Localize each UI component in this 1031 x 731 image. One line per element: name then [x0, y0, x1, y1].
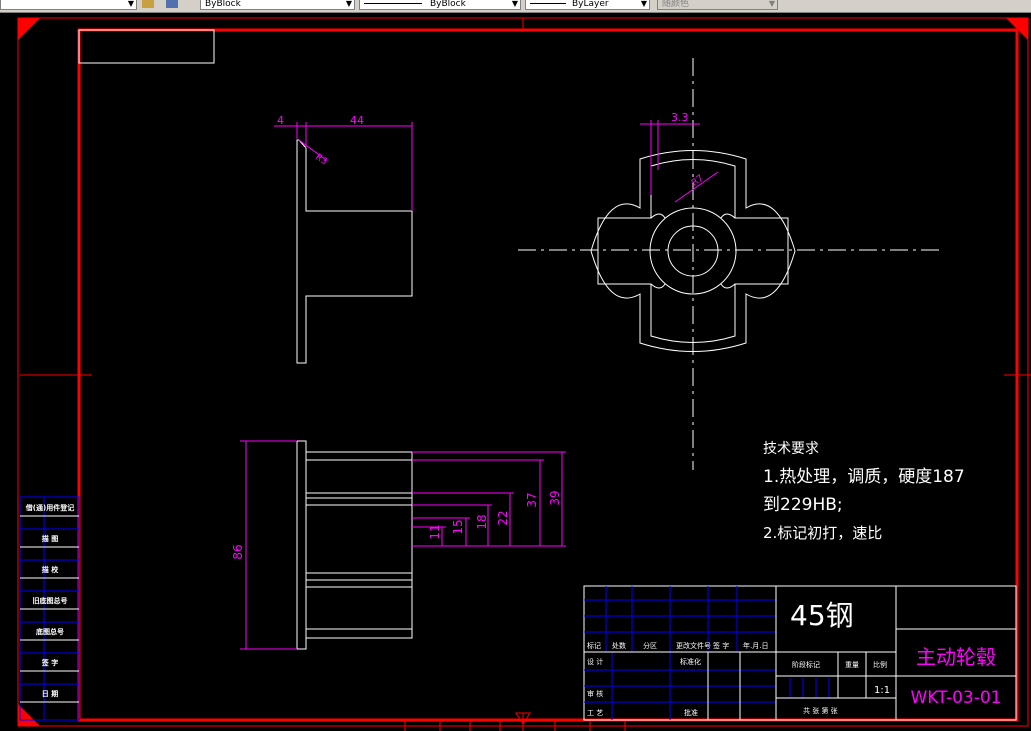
tb-label: 批准: [684, 708, 698, 717]
dim-label: R7: [690, 173, 706, 188]
dim-label: 15: [451, 519, 465, 534]
dim-label: R3: [313, 152, 329, 167]
side-label: 旧底图总号: [33, 596, 68, 605]
tb-label: 工 艺: [587, 709, 603, 717]
dim-label: 44: [350, 114, 364, 127]
tb-header: 分区: [643, 641, 657, 650]
tb-label: 重量: [845, 661, 859, 669]
side-label: 签 字: [41, 658, 58, 667]
side-view-dimensions: [640, 120, 719, 203]
material: 45钢: [790, 599, 854, 632]
scale-value: 1:1: [874, 685, 890, 696]
technical-notes: 技术要求 1.热处理，调质，硬度187 到229HB; 2.标记初打，速比: [763, 441, 965, 542]
notes-line: 2.标记初打，速比: [763, 524, 882, 542]
notes-line: 1.热处理，调质，硬度187: [763, 467, 965, 487]
drawing-code-box: [78, 29, 215, 64]
tb-label: 设 计: [587, 657, 603, 666]
chevron-down-icon: ▼: [640, 0, 647, 8]
chevron-down-icon: ▼: [768, 0, 775, 8]
sheet-frame: [17, 17, 1031, 731]
side-label: 日 期: [42, 689, 58, 698]
plotstyle-value: 随颜色: [662, 0, 690, 9]
tb-label: 共 张 第 张: [803, 706, 838, 715]
tb-label: 阶段标记: [792, 660, 820, 669]
tb-header: 年.月.日: [743, 641, 768, 650]
notes-heading: 技术要求: [763, 441, 819, 457]
tb-label: 审 核: [587, 689, 603, 698]
tb-label: 比例: [873, 660, 887, 669]
lineweight-line-sample: [530, 3, 566, 4]
side-view-centerlines: [518, 58, 940, 470]
tb-header: 签 字: [713, 641, 729, 650]
front-view-dimensions: [274, 122, 413, 211]
layer-lineweight-dropdown[interactable]: ByLayer ▼: [525, 0, 650, 10]
chevron-down-icon: ▼: [511, 0, 518, 8]
color-dropdown[interactable]: ▼: [0, 0, 137, 10]
bottom-view-dimensions: [240, 440, 566, 650]
tb-header: 标记: [587, 641, 601, 650]
bottom-view: [296, 440, 413, 650]
dim-label: 86: [231, 544, 245, 559]
dim-label: 37: [525, 492, 539, 507]
properties-toolbar: ▼ ByBlock ▼ ByBlock ▼ ByLayer ▼ 随颜色 ▼: [0, 0, 1031, 13]
front-view: [296, 139, 413, 364]
dim-label: 11: [428, 524, 442, 539]
chevron-down-icon: ▼: [345, 0, 352, 8]
drawing-canvas[interactable]: 借(通)用件登记 描 图 描 校 旧底图总号 底图总号 签 字 日 期 4 44…: [0, 13, 1031, 731]
side-label: 底图总号: [36, 627, 64, 636]
dim-label: 4: [277, 114, 284, 127]
tb-label: 标准化: [680, 657, 701, 666]
layer-tools-icon[interactable]: [142, 0, 154, 8]
side-label: 借(通)用件登记: [25, 503, 74, 512]
linetype-dropdown[interactable]: ByBlock ▼: [200, 0, 355, 10]
linetype-value: ByBlock: [205, 0, 241, 9]
layer-stack-icon[interactable]: [166, 0, 178, 8]
side-registration-column: 借(通)用件登记 描 图 描 校 旧底图总号 底图总号 签 字 日 期: [19, 496, 80, 721]
plotstyle-dropdown: 随颜色 ▼: [657, 0, 778, 10]
side-label: 描 校: [42, 565, 59, 574]
layer-lineweight-value: ByLayer: [572, 0, 609, 9]
drawing-number: WKT-03-01: [911, 688, 1002, 708]
notes-line: 到229HB;: [763, 495, 843, 515]
dim-label: 39: [548, 490, 562, 505]
chevron-down-icon: ▼: [127, 0, 134, 8]
tb-header: 处数: [612, 641, 626, 650]
dim-label: 18: [475, 514, 489, 529]
lineweight-value: ByBlock: [430, 0, 466, 9]
part-name: 主动轮毂: [916, 645, 996, 669]
tb-header: 更改文件号: [676, 641, 711, 650]
dim-label: 22: [496, 510, 510, 525]
lineweight-line-sample: [364, 3, 422, 4]
lineweight-dropdown[interactable]: ByBlock ▼: [359, 0, 521, 10]
dim-label: 3.3: [671, 111, 689, 124]
side-label: 描 图: [42, 534, 58, 543]
